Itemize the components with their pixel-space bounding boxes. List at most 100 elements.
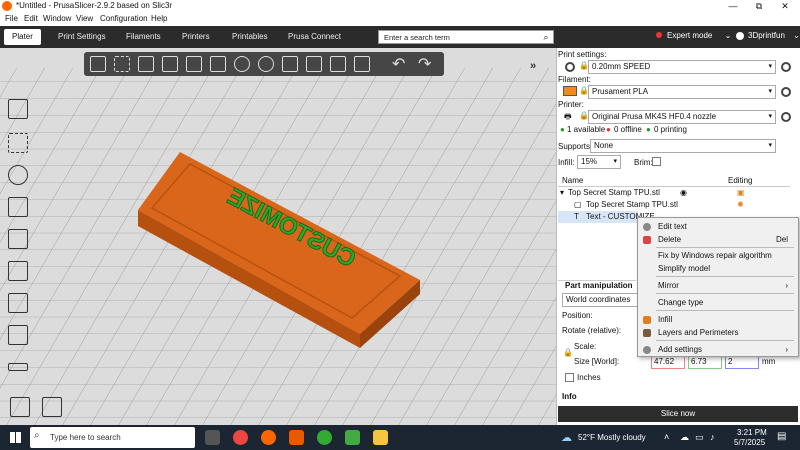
add-instance-icon[interactable] (234, 56, 250, 72)
edit-settings-icon[interactable]: ▣ (737, 187, 745, 199)
xbox-icon[interactable] (317, 430, 332, 445)
menu-help[interactable]: Help (151, 14, 167, 23)
close-button[interactable]: ✕ (772, 0, 798, 12)
split-parts-icon[interactable] (306, 56, 322, 72)
part-settings-icon[interactable]: ✺ (737, 199, 744, 211)
minecraft-icon[interactable] (345, 430, 360, 445)
preview-view-icon[interactable] (38, 394, 66, 420)
menu-file[interactable]: File (5, 14, 18, 23)
print-settings-edit-gear-icon[interactable] (781, 62, 791, 72)
tab-printables[interactable]: Printables (224, 29, 276, 45)
onedrive-cloud-icon[interactable]: ☁ (680, 432, 689, 443)
measure-tool-icon[interactable] (4, 354, 32, 380)
delete-all-icon[interactable] (138, 56, 154, 72)
filament-combo[interactable]: Prusament PLA ▾ (588, 85, 776, 99)
filament-edit-gear-icon[interactable] (781, 87, 791, 97)
variable-layer-height-icon[interactable] (330, 56, 346, 72)
mmu-painting-icon[interactable] (4, 322, 32, 348)
size-y-field[interactable]: 6.73 (688, 355, 722, 369)
cut-tool-icon[interactable] (4, 226, 32, 252)
search-icon[interactable]: ⌕ (540, 31, 552, 43)
coordinate-system-combo[interactable]: World coordinates (562, 293, 638, 307)
object-list-row-selected[interactable]: T Text - CUSTOMIZE (558, 211, 655, 223)
account-menu[interactable]: 3Dprintfun ⌄ (736, 31, 800, 40)
copy-icon[interactable] (186, 56, 202, 72)
split-objects-icon[interactable] (282, 56, 298, 72)
mode-chevron-down-icon[interactable]: ⌄ (725, 31, 732, 40)
clock-date[interactable]: 5/7/2025 (734, 438, 765, 447)
supports-combo[interactable]: None ▾ (590, 139, 776, 153)
search-input[interactable]: Enter a search term (384, 33, 450, 42)
size-z-field[interactable]: 2 (725, 355, 759, 369)
taskbar-search-box[interactable]: ⌕ Type here to search (30, 427, 195, 448)
filament-color-swatch[interactable] (563, 86, 577, 96)
menu-item-delete[interactable]: Delete Del (638, 233, 798, 246)
menu-item-edit-text[interactable]: Edit text (638, 220, 798, 233)
account-chevron-down-icon[interactable]: ⌄ (793, 31, 800, 40)
scale-tool-icon[interactable] (4, 130, 32, 156)
visibility-eye-icon[interactable]: ◉ (680, 187, 687, 199)
place-on-face-icon[interactable] (4, 194, 32, 220)
menu-item-change-type[interactable]: Change type (638, 296, 798, 309)
printer-edit-gear-icon[interactable] (781, 112, 791, 122)
menu-item-mirror[interactable]: Mirror › (638, 279, 798, 292)
rotate-tool-icon[interactable] (4, 162, 32, 188)
remove-instance-icon[interactable] (258, 56, 274, 72)
menu-window[interactable]: Window (43, 14, 71, 23)
clock-time[interactable]: 3:21 PM (737, 428, 767, 437)
print-settings-combo[interactable]: 0.20mm SPEED ▾ (588, 60, 776, 74)
scale-lock-icon[interactable]: 🔒 (563, 348, 573, 357)
move-tool-icon[interactable] (4, 96, 32, 122)
paste-icon[interactable] (210, 56, 226, 72)
3d-viewport[interactable]: CUSTOMIZE (0, 48, 556, 425)
tab-printers[interactable]: Printers (174, 29, 218, 45)
infill-combo[interactable]: 15% ▾ (577, 155, 621, 169)
expand-chevron-icon[interactable]: ▾ (560, 187, 564, 199)
paint-supports-icon[interactable] (4, 258, 32, 284)
add-icon[interactable] (90, 56, 106, 72)
task-view-icon[interactable] (205, 430, 220, 445)
collapse-sidebar-icon[interactable]: » (530, 60, 536, 72)
redo-icon[interactable]: ↷ (418, 54, 431, 74)
maximize-button[interactable]: ⧉ (746, 0, 772, 12)
size-x-field[interactable]: 47.62 (651, 355, 685, 369)
tab-plater[interactable]: Plater (4, 29, 41, 45)
tab-filaments[interactable]: Filaments (118, 29, 169, 45)
windows-start-icon[interactable] (10, 432, 21, 443)
object-list-row[interactable]: ▢ Top Secret Stamp TPU.stl ✺ (558, 199, 790, 211)
3d-view-icon[interactable] (6, 394, 34, 420)
network-icon[interactable]: ▭ (695, 432, 704, 443)
volume-icon[interactable]: ♪ (710, 432, 715, 442)
arrange-icon[interactable] (162, 56, 178, 72)
tab-prusa-connect[interactable]: Prusa Connect (280, 29, 349, 45)
seam-painting-icon[interactable] (4, 290, 32, 316)
taskbar-search-input[interactable]: Type here to search (50, 433, 121, 442)
search-box[interactable]: Enter a search term ⌕ (378, 30, 554, 44)
delete-icon[interactable] (114, 56, 130, 72)
file-explorer-icon[interactable] (373, 430, 388, 445)
menu-configuration[interactable]: Configuration (100, 14, 148, 23)
menu-item-simplify-model[interactable]: Simplify model (638, 262, 798, 275)
inches-checkbox[interactable] (565, 373, 574, 382)
menu-item-infill[interactable]: Infill (638, 313, 798, 326)
menu-view[interactable]: View (76, 14, 93, 23)
tab-print-settings[interactable]: Print Settings (50, 29, 114, 45)
chrome-icon[interactable] (233, 430, 248, 445)
prusaslicer-taskbar-icon[interactable] (261, 430, 276, 445)
object-list-row[interactable]: ▾ Top Secret Stamp TPU.stl ◉ ▣ (558, 187, 790, 199)
menu-edit[interactable]: Edit (24, 14, 38, 23)
slice-now-button[interactable]: Slice now (558, 406, 798, 422)
notifications-icon[interactable]: ▤ (777, 431, 786, 442)
menu-item-add-settings[interactable]: Add settings › (638, 343, 798, 356)
printer-combo[interactable]: Original Prusa MK4S HF0.4 nozzle ▾ (588, 110, 776, 124)
menu-item-layers-perimeters[interactable]: Layers and Perimeters (638, 326, 798, 339)
show-hidden-icons-icon[interactable]: ˄ (664, 432, 669, 442)
layers-editing-icon[interactable] (354, 56, 370, 72)
mode-selector[interactable]: Expert mode ⌄ (656, 31, 731, 40)
weather-text[interactable]: 52°F Mostly cloudy (578, 433, 646, 442)
brim-checkbox[interactable] (652, 157, 661, 166)
undo-icon[interactable]: ↶ (392, 54, 405, 74)
fusion-icon[interactable] (289, 430, 304, 445)
minimize-button[interactable]: — (720, 0, 746, 12)
menu-item-fix-windows-repair[interactable]: Fix by Windows repair algorithm (638, 249, 798, 262)
